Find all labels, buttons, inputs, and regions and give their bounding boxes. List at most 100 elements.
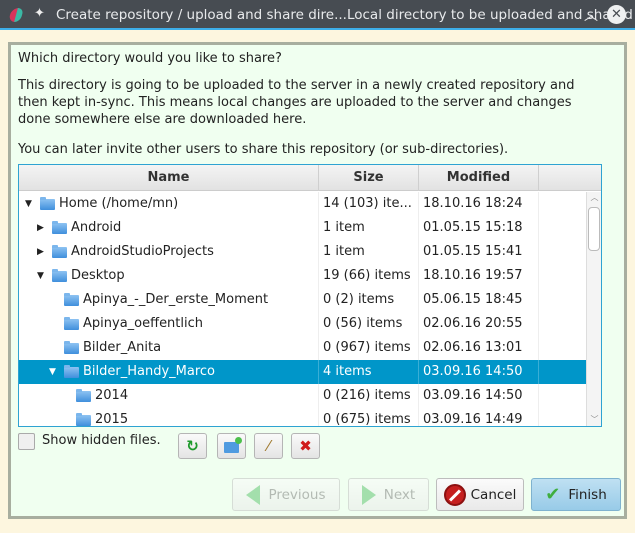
size-cell: 0 (56) items xyxy=(319,312,419,336)
modified-cell: 01.05.15 15:18 xyxy=(419,216,539,240)
close-icon[interactable]: ✕ xyxy=(607,5,626,24)
arrow-right-icon xyxy=(361,484,376,505)
vertical-scrollbar[interactable]: ︿ ﹀ xyxy=(586,192,601,426)
table-row[interactable]: ▼ Bilder_Handy_Marco 4 items 03.09.16 14… xyxy=(19,360,586,384)
filler-cell xyxy=(539,240,586,264)
size-cell: 1 item xyxy=(319,216,419,240)
file-name: Bilder_Anita xyxy=(83,340,162,355)
filler-cell xyxy=(539,408,586,426)
expand-down-icon[interactable]: ▼ xyxy=(25,192,32,216)
size-cell: 0 (2) items xyxy=(319,288,419,312)
table-row[interactable]: Apinya_-_Der_erste_Moment 0 (2) items 05… xyxy=(19,288,586,312)
expand-right-icon[interactable]: ▶ xyxy=(37,216,44,240)
show-hidden-checkbox[interactable] xyxy=(18,433,35,450)
table-row[interactable]: 2015 0 (675) items 03.09.16 14:49 xyxy=(19,408,586,426)
filler-cell xyxy=(539,336,586,360)
finish-label: Finish xyxy=(568,486,607,503)
scrollbar-thumb[interactable] xyxy=(588,207,600,251)
folder-icon xyxy=(64,365,79,378)
modified-cell: 18.10.16 18:24 xyxy=(419,192,539,216)
column-header-filler xyxy=(539,165,601,191)
file-name: Apinya_-_Der_erste_Moment xyxy=(83,292,269,307)
cancel-button[interactable]: Cancel xyxy=(436,478,524,511)
refresh-icon: ↻ xyxy=(186,437,199,455)
modified-cell: 02.06.16 20:55 xyxy=(419,312,539,336)
table-body: ▼ Home (/home/mn) 14 (103) ite... 18.10.… xyxy=(19,192,586,426)
modified-cell: 03.09.16 14:50 xyxy=(419,360,539,384)
folder-icon xyxy=(52,269,67,282)
file-name: AndroidStudioProjects xyxy=(71,244,214,259)
table-row[interactable]: ▼ Desktop 19 (66) items 18.10.16 19:57 xyxy=(19,264,586,288)
directory-tree-table[interactable]: Name Size Modified ▼ Home (/home/mn) 14 … xyxy=(18,164,602,427)
refresh-button[interactable]: ↻ xyxy=(178,433,207,459)
pin-icon[interactable]: ✦ xyxy=(34,6,45,21)
table-row[interactable]: Bilder_Anita 0 (967) items 02.06.16 13:0… xyxy=(19,336,586,360)
name-cell: Apinya_-_Der_erste_Moment xyxy=(19,288,319,312)
modified-cell: 03.09.16 14:49 xyxy=(419,408,539,426)
table-row[interactable]: ▶ Android 1 item 01.05.15 15:18 xyxy=(19,216,586,240)
rename-button[interactable]: ⁄ xyxy=(254,433,283,459)
filler-cell xyxy=(539,216,586,240)
table-row[interactable]: Apinya_oeffentlich 0 (56) items 02.06.16… xyxy=(19,312,586,336)
delete-button[interactable]: ✖ xyxy=(291,433,320,459)
expand-down-icon[interactable]: ▼ xyxy=(37,264,44,288)
name-cell: ▼ Desktop xyxy=(19,264,319,288)
size-cell: 0 (967) items xyxy=(319,336,419,360)
column-header-name[interactable]: Name xyxy=(19,165,319,191)
name-cell: ▼ Bilder_Handy_Marco xyxy=(19,360,319,384)
file-name: 2014 xyxy=(95,388,129,403)
new-folder-button[interactable] xyxy=(217,433,246,459)
finish-button[interactable]: ✔ Finish xyxy=(531,478,621,511)
modified-cell: 01.05.15 15:41 xyxy=(419,240,539,264)
table-row[interactable]: 2014 0 (216) items 03.09.16 14:50 xyxy=(19,384,586,408)
name-cell: ▶ Android xyxy=(19,216,319,240)
size-cell: 0 (675) items xyxy=(319,408,419,426)
size-cell: 4 items xyxy=(319,360,419,384)
file-name: Android xyxy=(71,220,122,235)
table-header: Name Size Modified xyxy=(19,165,601,191)
name-cell: 2015 xyxy=(19,408,319,426)
name-cell: ▼ Home (/home/mn) xyxy=(19,192,319,216)
scroll-down-icon[interactable]: ﹀ xyxy=(587,414,601,426)
folder-icon xyxy=(64,293,79,306)
show-hidden-label[interactable]: Show hidden files. xyxy=(42,433,161,448)
checkmark-icon: ✔ xyxy=(545,484,561,505)
folder-icon xyxy=(64,341,79,354)
scroll-up-icon[interactable]: ︿ xyxy=(587,192,601,204)
cancel-label: Cancel xyxy=(470,486,517,503)
modified-cell: 05.06.15 18:45 xyxy=(419,288,539,312)
rename-icon: ⁄ xyxy=(267,437,270,455)
size-cell: 19 (66) items xyxy=(319,264,419,288)
next-label: Next xyxy=(383,486,416,503)
folder-icon xyxy=(52,221,67,234)
title-bar: ✦ Create repository / upload and share d… xyxy=(0,0,635,30)
file-name: Home (/home/mn) xyxy=(59,196,179,211)
expand-right-icon[interactable]: ▶ xyxy=(37,240,44,264)
next-button[interactable]: Next xyxy=(348,478,429,511)
table-row[interactable]: ▼ Home (/home/mn) 14 (103) ite... 18.10.… xyxy=(19,192,586,216)
filler-cell xyxy=(539,312,586,336)
column-header-modified[interactable]: Modified xyxy=(419,165,539,191)
size-cell: 0 (216) items xyxy=(319,384,419,408)
column-header-size[interactable]: Size xyxy=(319,165,419,191)
size-cell: 1 item xyxy=(319,240,419,264)
previous-label: Previous xyxy=(268,486,326,503)
modified-cell: 03.09.16 14:50 xyxy=(419,384,539,408)
file-name: Apinya_oeffentlich xyxy=(83,316,204,331)
filler-cell xyxy=(539,288,586,312)
cancel-icon xyxy=(443,483,466,506)
name-cell: Bilder_Anita xyxy=(19,336,319,360)
modified-cell: 18.10.16 19:57 xyxy=(419,264,539,288)
home-folder-icon xyxy=(40,197,55,210)
file-name: Bilder_Handy_Marco xyxy=(83,364,216,379)
table-row[interactable]: ▶ AndroidStudioProjects 1 item 01.05.15 … xyxy=(19,240,586,264)
filler-cell xyxy=(539,384,586,408)
expand-down-icon[interactable]: ▼ xyxy=(49,360,56,384)
modified-cell: 02.06.16 13:01 xyxy=(419,336,539,360)
chevron-up-icon[interactable]: ︿ xyxy=(584,5,598,25)
description-text: This directory is going to be uploaded t… xyxy=(18,78,575,127)
invite-text: You can later invite other users to shar… xyxy=(18,142,509,157)
filler-cell xyxy=(539,360,586,384)
folder-icon xyxy=(52,245,67,258)
previous-button[interactable]: Previous xyxy=(232,478,340,511)
